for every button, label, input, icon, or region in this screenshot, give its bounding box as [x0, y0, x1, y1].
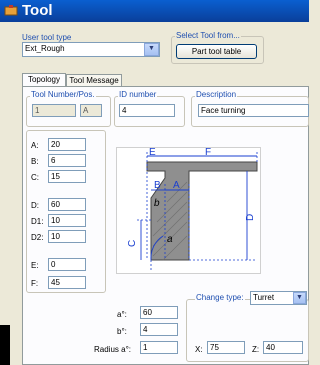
tool-icon — [4, 5, 18, 16]
param-d2-label: D2: — [31, 233, 44, 242]
param-b-field[interactable]: 6 — [48, 154, 86, 167]
dim-a-label: A — [173, 180, 180, 191]
tool-number-field[interactable]: 1 — [32, 104, 76, 117]
dim-b-small-label: b — [154, 198, 160, 209]
angle-a-field[interactable]: 60 — [140, 306, 178, 319]
param-c-label: C: — [31, 173, 39, 182]
user-tool-type-value: Ext_Rough — [25, 44, 65, 53]
angle-a-label: a°: — [117, 310, 127, 319]
param-a-field[interactable]: 20 — [48, 138, 86, 151]
title-bar: Tool — [0, 0, 309, 22]
dim-d-label: D — [245, 214, 256, 221]
x-offset-label: X: — [195, 345, 203, 354]
param-d1-field[interactable]: 10 — [48, 214, 86, 227]
change-type-label: Change type: — [195, 293, 245, 302]
param-d-field[interactable]: 60 — [48, 198, 86, 211]
description-field[interactable]: Face turning — [198, 104, 309, 117]
z-offset-field[interactable]: 40 — [263, 341, 303, 354]
z-offset-label: Z: — [252, 345, 260, 354]
dim-f-label: F — [205, 148, 211, 158]
tab-tool-message[interactable]: Tool Message — [66, 74, 122, 86]
tool-position-field[interactable]: A — [80, 104, 102, 117]
x-offset-field[interactable]: 75 — [207, 341, 245, 354]
screen-edge — [0, 325, 10, 365]
user-tool-type-label: User tool type — [22, 33, 72, 42]
radius-a-field[interactable]: 1 — [140, 341, 178, 354]
param-f-label: F: — [31, 279, 39, 288]
dim-c-label: C — [127, 240, 138, 247]
change-type-chevron-down-icon[interactable]: ▼ — [293, 292, 306, 304]
param-d1-label: D1: — [31, 217, 44, 226]
param-b-label: B: — [31, 157, 39, 166]
dim-e-label: E — [149, 148, 156, 158]
id-number-label: ID number — [118, 90, 158, 99]
chevron-down-icon[interactable]: ▼ — [144, 43, 159, 56]
part-tool-table-button[interactable]: Part tool table — [176, 44, 257, 59]
dim-alpha-label: a — [167, 234, 173, 245]
dim-b-label: B — [154, 180, 161, 191]
angle-b-field[interactable]: 4 — [140, 323, 178, 336]
tool-geometry-diagram: E F B A D C b a — [116, 147, 261, 274]
param-a-label: A: — [31, 141, 39, 150]
description-label: Description — [195, 90, 238, 99]
id-number-field[interactable]: 4 — [119, 104, 175, 117]
change-type-value: Turret — [253, 293, 275, 302]
tool-geometry-svg: E F B A D C b a — [127, 147, 258, 270]
window-title: Tool — [22, 2, 53, 19]
radius-a-label: Radius a°: — [94, 345, 131, 354]
param-c-field[interactable]: 15 — [48, 170, 86, 183]
param-e-field[interactable]: 0 — [48, 258, 86, 271]
param-d-label: D: — [31, 201, 39, 210]
param-d2-field[interactable]: 10 — [48, 230, 86, 243]
user-tool-type-select[interactable]: Ext_Rough — [22, 42, 160, 57]
tab-topology[interactable]: Topology — [22, 73, 66, 86]
param-e-label: E: — [31, 261, 39, 270]
param-f-field[interactable]: 45 — [48, 276, 86, 289]
angle-b-label: b°: — [117, 327, 127, 336]
select-tool-from-label: Select Tool from... — [175, 31, 241, 40]
tool-number-label: Tool Number/Pos. — [30, 90, 96, 99]
